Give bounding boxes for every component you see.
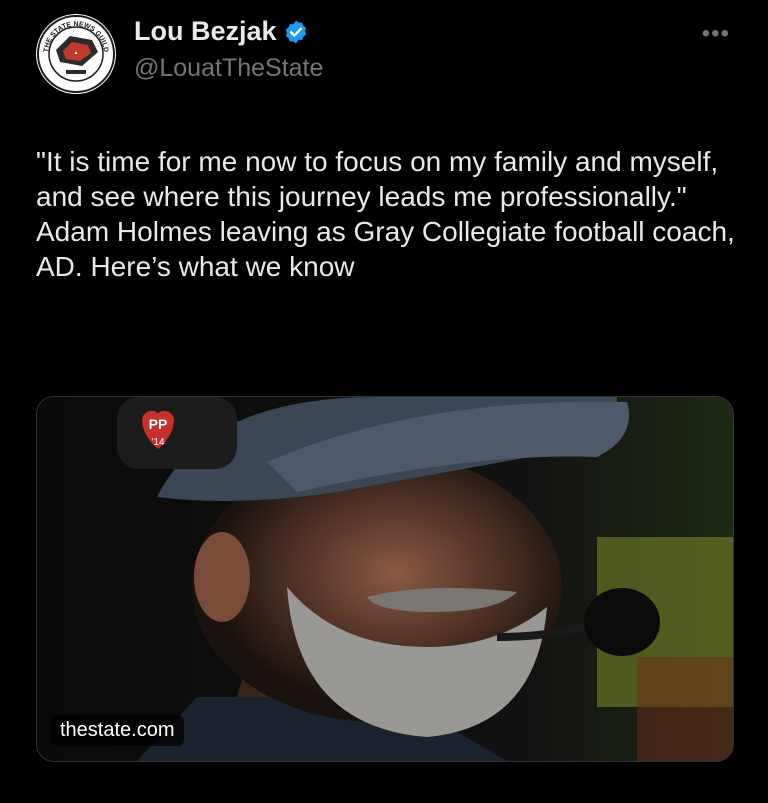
author-name-row: Lou Bezjak [134,16,309,47]
state-news-guild-logo: ▲ THE STATE NEWS GUILD [37,15,115,93]
svg-text:▲: ▲ [74,50,79,56]
source-label[interactable]: thestate.com [51,715,184,746]
more-options-icon[interactable]: ••• [702,20,730,48]
sticker-text: PP [149,416,168,432]
avatar[interactable]: ▲ THE STATE NEWS GUILD [36,14,116,94]
link-card-image[interactable]: PP '14 thestate.com [36,396,734,762]
coach-photo: PP '14 [37,397,733,761]
author-handle[interactable]: @LouatTheState [134,54,323,83]
sticker-number: '14 [151,437,164,448]
author-name[interactable]: Lou Bezjak [134,16,277,47]
verified-badge-icon [285,20,306,43]
tweet-quote: "It is time for me now to focus on my fa… [36,146,719,212]
tweet-headline: Adam Holmes leaving as Gray Collegiate f… [36,216,735,282]
tweet-text: "It is time for me now to focus on my fa… [36,144,736,284]
